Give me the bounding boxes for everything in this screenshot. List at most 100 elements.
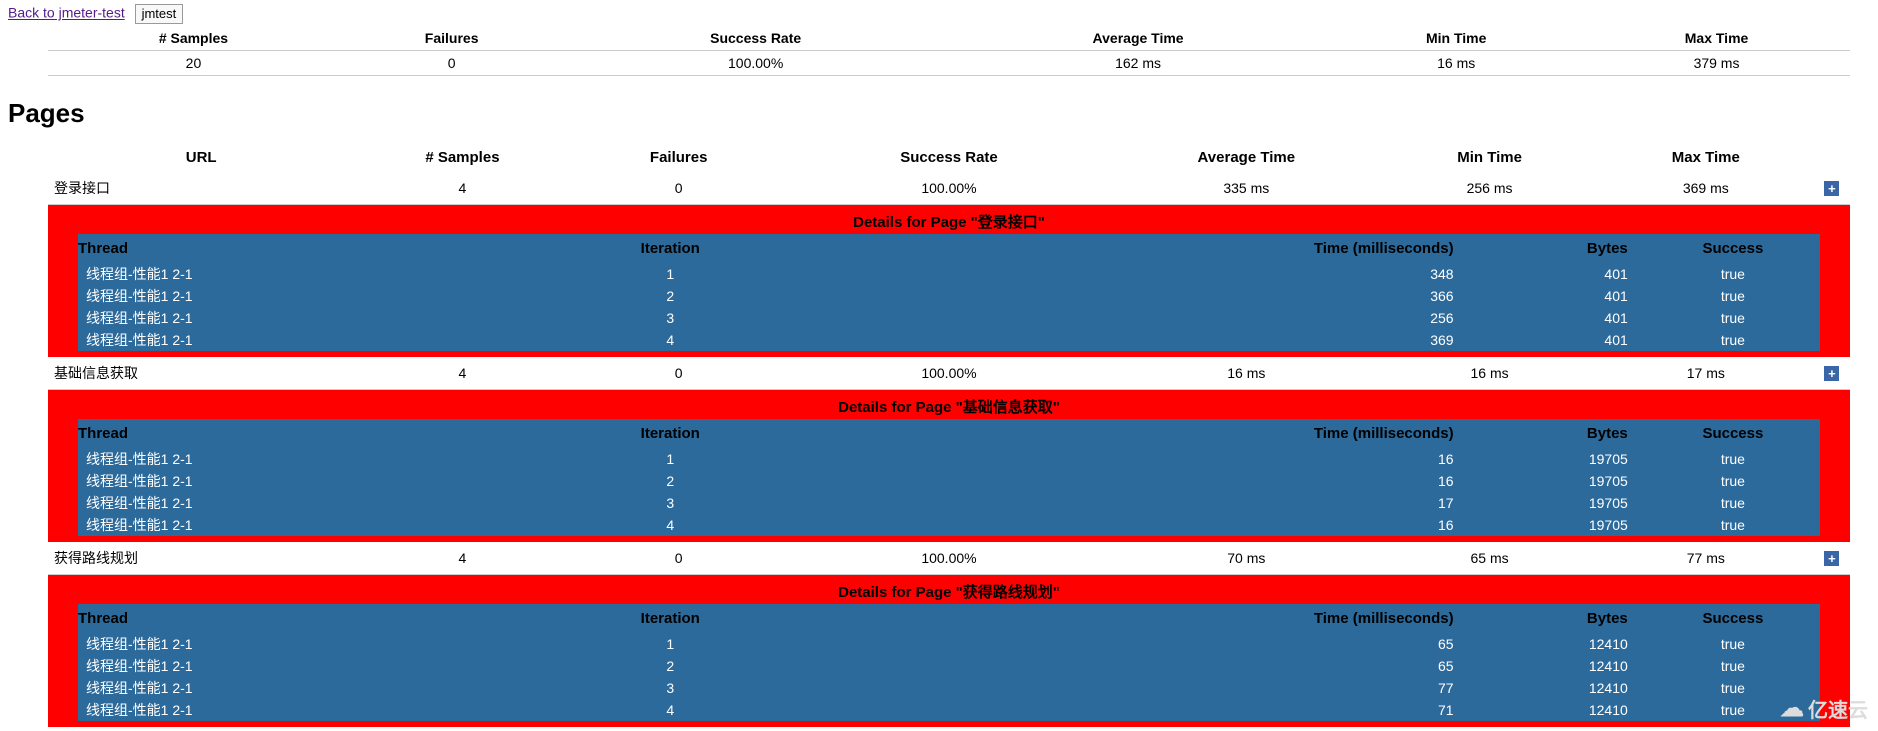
cell-time: 16	[844, 514, 1471, 536]
summary-max: 379 ms	[1583, 51, 1850, 76]
details-title: Details for Page "基础信息获取"	[78, 396, 1820, 419]
details-table: ThreadIterationTime (milliseconds)BytesS…	[78, 604, 1820, 721]
cell-iter: 1	[496, 633, 844, 655]
details-row: 线程组-性能1 2-131719705true	[78, 492, 1820, 514]
page-max: 369 ms	[1598, 172, 1814, 205]
cell-thread: 线程组-性能1 2-1	[78, 329, 496, 351]
cell-thread: 线程组-性能1 2-1	[78, 633, 496, 655]
cell-success: true	[1646, 307, 1820, 329]
page-min: 256 ms	[1381, 172, 1597, 205]
details-row: 线程组-性能1 2-14369401true	[78, 329, 1820, 351]
page-samples: 4	[354, 357, 570, 390]
cell-time: 256	[844, 307, 1471, 329]
details-row: 线程组-性能1 2-12366401true	[78, 285, 1820, 307]
inner-h-bytes: Bytes	[1472, 419, 1646, 448]
details-row: 线程组-性能1 2-126512410true	[78, 655, 1820, 677]
page-row: 登录接口40100.00%335 ms256 ms369 ms+	[48, 172, 1850, 205]
cell-iter: 2	[496, 285, 844, 307]
page-samples: 4	[354, 172, 570, 205]
cell-thread: 线程组-性能1 2-1	[78, 514, 496, 536]
page-details-row: Details for Page "基础信息获取"ThreadIteration…	[48, 390, 1850, 543]
cell-time: 65	[844, 633, 1471, 655]
cell-thread: 线程组-性能1 2-1	[78, 263, 496, 285]
cell-success: true	[1646, 448, 1820, 470]
cell-iter: 3	[496, 307, 844, 329]
cell-time: 369	[844, 329, 1471, 351]
cell-iter: 2	[496, 655, 844, 677]
details-table: ThreadIterationTime (milliseconds)BytesS…	[78, 419, 1820, 536]
details-table: ThreadIterationTime (milliseconds)BytesS…	[78, 234, 1820, 351]
page-avg: 70 ms	[1111, 542, 1381, 575]
page-row: 基础信息获取40100.00%16 ms16 ms17 ms+	[48, 357, 1850, 390]
cell-time: 71	[844, 699, 1471, 721]
cell-time: 16	[844, 470, 1471, 492]
cell-success: true	[1646, 263, 1820, 285]
cell-success: true	[1646, 677, 1820, 699]
page-url: 基础信息获取	[48, 357, 354, 390]
cell-iter: 3	[496, 492, 844, 514]
details-row: 线程组-性能1 2-13256401true	[78, 307, 1820, 329]
back-link[interactable]: Back to jmeter-test	[8, 5, 125, 21]
cell-thread: 线程组-性能1 2-1	[78, 470, 496, 492]
summary-h-samples: # Samples	[48, 26, 339, 51]
inner-h-thread: Thread	[78, 419, 496, 448]
page-url: 登录接口	[48, 172, 354, 205]
cell-time: 348	[844, 263, 1471, 285]
cell-success: true	[1646, 470, 1820, 492]
summary-failures: 0	[339, 51, 565, 76]
details-row: 线程组-性能1 2-147112410true	[78, 699, 1820, 721]
inner-h-iter: Iteration	[496, 419, 844, 448]
cell-success: true	[1646, 514, 1820, 536]
tab-jmtest[interactable]: jmtest	[135, 4, 184, 24]
page-avg: 16 ms	[1111, 357, 1381, 390]
expand-icon[interactable]: +	[1824, 366, 1839, 381]
inner-h-bytes: Bytes	[1472, 234, 1646, 263]
summary-h-avg: Average Time	[947, 26, 1329, 51]
details-row: 线程组-性能1 2-141619705true	[78, 514, 1820, 536]
inner-h-bytes: Bytes	[1472, 604, 1646, 633]
page-details-row: Details for Page "登录接口"ThreadIterationTi…	[48, 205, 1850, 358]
details-row: 线程组-性能1 2-137712410true	[78, 677, 1820, 699]
pages-h-samples: # Samples	[354, 143, 570, 172]
pages-h-max: Max Time	[1598, 143, 1814, 172]
page-failures: 0	[571, 542, 787, 575]
cell-success: true	[1646, 633, 1820, 655]
inner-h-success: Success	[1646, 604, 1820, 633]
inner-h-iter: Iteration	[496, 604, 844, 633]
details-row: 线程组-性能1 2-11348401true	[78, 263, 1820, 285]
cell-iter: 1	[496, 448, 844, 470]
cell-bytes: 19705	[1472, 514, 1646, 536]
page-details-row: Details for Page "获得路线规划"ThreadIteration…	[48, 575, 1850, 728]
page-failures: 0	[571, 357, 787, 390]
cell-bytes: 12410	[1472, 633, 1646, 655]
expand-icon[interactable]: +	[1824, 551, 1839, 566]
cell-success: true	[1646, 329, 1820, 351]
expand-icon[interactable]: +	[1824, 181, 1839, 196]
cell-time: 65	[844, 655, 1471, 677]
cell-bytes: 401	[1472, 307, 1646, 329]
cell-bytes: 19705	[1472, 448, 1646, 470]
pages-h-url: URL	[48, 143, 354, 172]
cell-iter: 1	[496, 263, 844, 285]
pages-h-min: Min Time	[1381, 143, 1597, 172]
summary-min: 16 ms	[1329, 51, 1583, 76]
page-row: 获得路线规划40100.00%70 ms65 ms77 ms+	[48, 542, 1850, 575]
page-max: 77 ms	[1598, 542, 1814, 575]
cell-thread: 线程组-性能1 2-1	[78, 492, 496, 514]
inner-h-time: Time (milliseconds)	[844, 234, 1471, 263]
cell-bytes: 19705	[1472, 470, 1646, 492]
page-rate: 100.00%	[787, 542, 1111, 575]
cell-success: true	[1646, 699, 1820, 721]
pages-h-rate: Success Rate	[787, 143, 1111, 172]
summary-h-min: Min Time	[1329, 26, 1583, 51]
cell-success: true	[1646, 492, 1820, 514]
page-rate: 100.00%	[787, 357, 1111, 390]
pages-h-avg: Average Time	[1111, 143, 1381, 172]
page-failures: 0	[571, 172, 787, 205]
cell-success: true	[1646, 285, 1820, 307]
cell-success: true	[1646, 655, 1820, 677]
pages-h-failures: Failures	[571, 143, 787, 172]
cell-time: 17	[844, 492, 1471, 514]
cell-bytes: 12410	[1472, 699, 1646, 721]
cell-bytes: 401	[1472, 285, 1646, 307]
